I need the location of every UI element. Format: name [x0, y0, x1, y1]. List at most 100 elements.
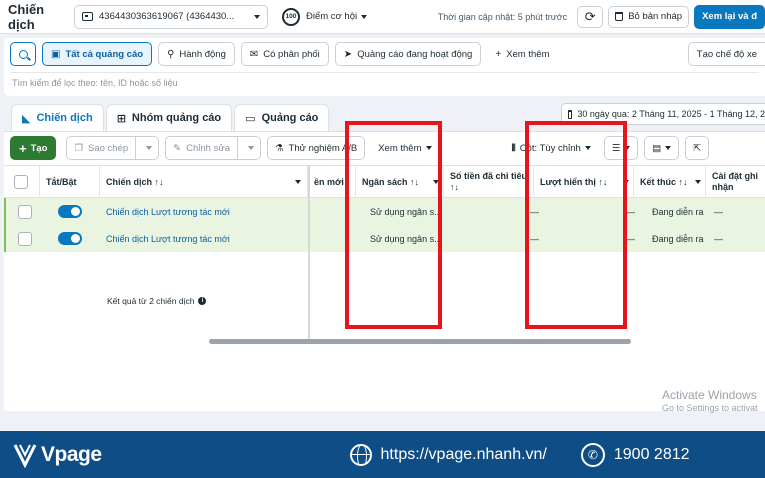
campaign-icon: ◣ [22, 112, 31, 125]
results-summary-label: Kết quả từ 2 chiến dịch [107, 296, 195, 306]
ad-icon: ▭ [245, 112, 256, 125]
account-select-label: 4364430363619067 (4364430... [99, 11, 235, 22]
chevron-down-icon [361, 14, 368, 19]
date-range-label: 30 ngày qua: 2 Tháng 11, 2025 - 1 Tháng … [577, 109, 765, 119]
edit-menu-button[interactable] [238, 136, 261, 160]
info-icon[interactable]: i [198, 297, 207, 305]
refresh-icon: ⟳ [584, 8, 596, 24]
campaign-name-link[interactable]: Chiến dịch Lượt tương tác mới [100, 198, 230, 225]
duplicate-label: Sao chép [88, 142, 129, 154]
attribution-cell: — [714, 233, 723, 244]
campaign-toggle[interactable] [58, 205, 82, 218]
report-icon: ▤ [652, 142, 662, 154]
activate-windows-subtext: Go to Settings to activat [662, 403, 758, 413]
filter-delivering-label: Có phân phối [263, 48, 320, 60]
results-summary: Kết quả từ 2 chiến dịch i [107, 296, 207, 306]
highlight-box-budget [345, 121, 442, 329]
header-attribution[interactable]: Cài đặt ghi nhận [706, 166, 765, 198]
chevron-down-icon [248, 146, 254, 150]
create-button[interactable]: + Tạo [10, 136, 57, 160]
export-icon: ⇱ [693, 142, 702, 154]
horizontal-scrollbar[interactable] [209, 339, 631, 344]
tab-ads[interactable]: ▭ Quảng cáo [234, 104, 330, 131]
score-label: Điểm cơ hội [306, 11, 358, 22]
chevron-down-icon [254, 14, 260, 19]
toggle-cell [52, 225, 82, 252]
row-checkbox-cell [12, 198, 32, 225]
hotline: ✆ 1900 2812 [580, 442, 690, 467]
ad-account-icon [82, 12, 93, 21]
duplicate-menu-button[interactable] [136, 136, 160, 160]
filter-see-more[interactable]: + Xem thêm [487, 42, 558, 66]
filter-delivering[interactable]: ✉ Có phân phối [240, 42, 329, 66]
chevron-down-icon [665, 146, 672, 150]
header-spend[interactable]: Số tiền đã chi tiêu ↑↓ [444, 166, 534, 198]
edit-button[interactable]: ✎ Chỉnh sửa [165, 136, 238, 160]
last-updated-text: Thời gian cập nhật: 5 phút trước [437, 11, 568, 22]
brand-footer: Vpage https://vpage.nhanh.vn/ ✆ 1900 281… [0, 431, 765, 478]
search-button[interactable] [10, 42, 36, 66]
campaign-icon: ▣ [51, 48, 61, 60]
tab-ads-label: Quảng cáo [261, 112, 319, 124]
review-publish-button[interactable]: Xem lại và đ [694, 4, 765, 29]
refresh-button[interactable]: ⟳ [577, 5, 604, 28]
header-toggle[interactable]: Tắt/Bật [40, 166, 100, 198]
filter-see-more-label: Xem thêm [506, 48, 550, 60]
discard-drafts-button[interactable]: Bỏ bản nháp [608, 5, 690, 28]
discard-drafts-label: Bỏ bản nháp [628, 11, 683, 22]
edit-label: Chỉnh sửa [186, 142, 230, 154]
filter-row: ▣ Tất cả quảng cáo ⚲ Hành động ✉ Có phân ph… [10, 42, 563, 66]
pencil-icon: ✎ [173, 142, 182, 154]
grid-icon: ⊞ [116, 112, 126, 125]
opportunity-score[interactable]: 100 Điểm cơ hội [282, 7, 368, 26]
website-url: https://vpage.nhanh.vn/ [380, 445, 547, 463]
send-icon: ➤ [343, 48, 353, 60]
copy-icon: ❐ [74, 142, 84, 154]
filter-all-ads[interactable]: ▣ Tất cả quảng cáo [42, 42, 153, 66]
plus-icon: + [19, 140, 27, 156]
chevron-down-icon [695, 180, 701, 184]
filter-actions-label: Hành động [179, 48, 226, 60]
tab-campaigns[interactable]: ◣ Chiến dịch [11, 104, 104, 131]
create-view-button[interactable]: Tạo chế độ xe [687, 42, 765, 66]
tab-campaigns-label: Chiến dịch [36, 112, 93, 124]
flask-icon: ⚗ [275, 142, 284, 154]
score-badge: 100 [282, 7, 300, 26]
reports-button[interactable]: ▤ [644, 136, 680, 160]
select-all-checkbox[interactable] [14, 175, 28, 189]
account-select[interactable]: 4364430363619067 (4364430... [74, 4, 268, 29]
vpage-logo-icon [13, 443, 37, 468]
brand-name: Vpage [41, 442, 102, 466]
search-input[interactable]: Tìm kiếm để lọc theo: tên, ID hoặc số li… [10, 72, 759, 92]
page-title: Chiến dịch [8, 1, 45, 32]
row-checkbox-cell [12, 225, 32, 252]
chevron-down-icon [295, 180, 301, 184]
chevron-down-icon [146, 146, 153, 150]
top-bar: Chiến dịch 4364430363619067 (4364430... … [0, 0, 765, 34]
export-button[interactable]: ⇱ [685, 136, 710, 160]
tab-ad-sets[interactable]: ⊞ Nhóm quảng cáo [105, 104, 233, 131]
row-checkbox[interactable] [18, 231, 32, 246]
attribution-cell: — [714, 206, 723, 217]
tab-ad-sets-label: Nhóm quảng cáo [131, 112, 222, 124]
duplicate-button[interactable]: ❐ Sao chép [66, 136, 137, 160]
campaign-toggle[interactable] [58, 232, 82, 245]
activate-windows-text: Activate Windows [662, 388, 757, 402]
campaign-name-link[interactable]: Chiến dịch Lượt tương tác mới [100, 225, 230, 252]
toggle-cell [52, 198, 82, 225]
create-label: Tạo [30, 142, 48, 154]
header-end-label: Kết thúc ↑↓ [640, 176, 688, 187]
filter-active-ads-label: Quảng cáo đang hoạt động [357, 48, 473, 60]
brand-logo: Vpage [13, 442, 102, 468]
highlight-box-columns [525, 121, 627, 329]
filter-actions[interactable]: ⚲ Hành động [158, 42, 235, 66]
mail-icon: ✉ [249, 48, 259, 60]
row-checkbox[interactable] [18, 204, 32, 219]
globe-icon [349, 443, 372, 466]
hotline-number: 1900 2812 [613, 445, 690, 463]
plus-icon: + [495, 48, 502, 60]
header-campaign[interactable]: Chiến dịch ↑↓ [100, 166, 308, 198]
filter-active-ads[interactable]: ➤ Quảng cáo đang hoạt động [334, 42, 482, 66]
header-select-all [4, 166, 40, 198]
header-end[interactable]: Kết thúc ↑↓ [634, 166, 706, 198]
